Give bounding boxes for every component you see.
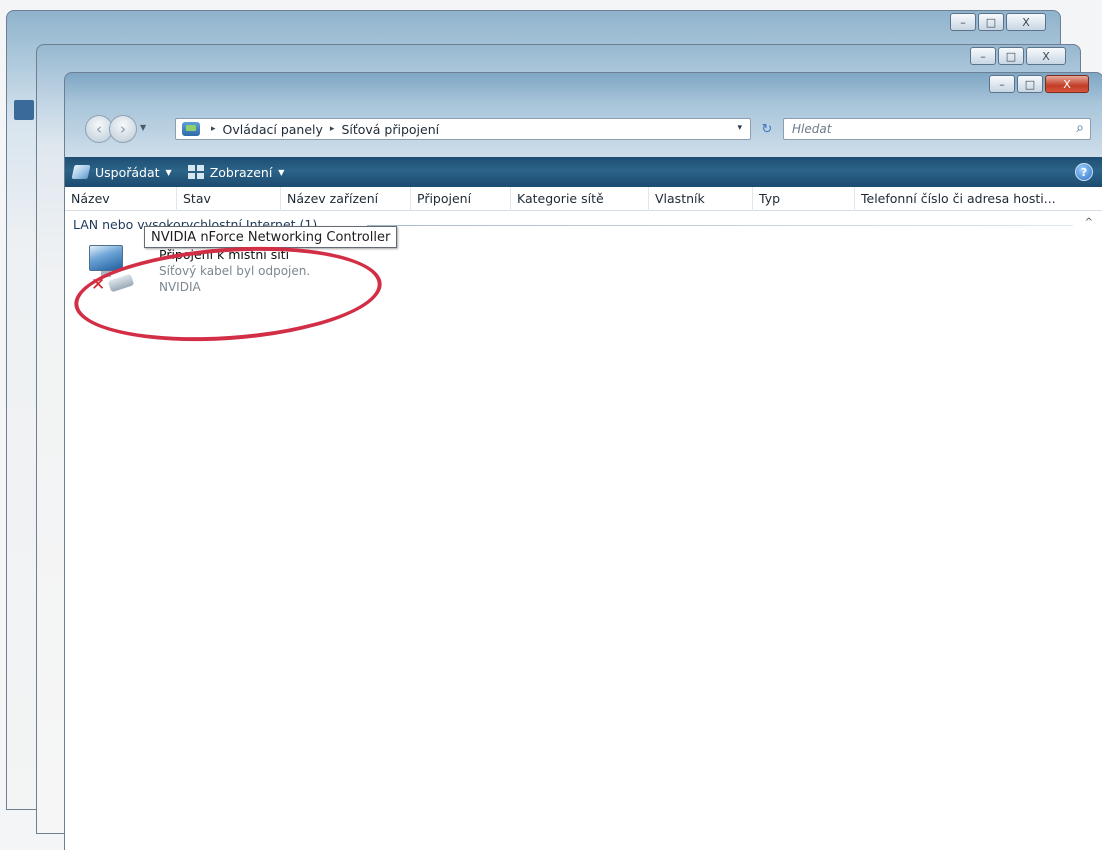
minimize-button[interactable]: – [970, 47, 996, 65]
chevron-down-icon: ▼ [278, 167, 285, 177]
column-phone-or-host[interactable]: Telefonní číslo či adresa hosti... [855, 187, 1095, 211]
views-button[interactable]: Zobrazení ▼ [180, 157, 293, 187]
search-input[interactable]: Hledat ⌕ [783, 118, 1091, 140]
list-item-local-area-connection[interactable]: ✕ Připojení k místní síti Síťový kabel b… [73, 239, 403, 299]
navigation-bar: ‹ › ▼ ▸ Ovládací panely ▸ Síťová připoje… [65, 109, 1102, 149]
background-decoration [14, 100, 34, 120]
column-device-name[interactable]: Název zařízení [281, 187, 411, 211]
help-icon[interactable]: ? [1075, 163, 1093, 181]
maximize-button[interactable]: □ [998, 47, 1024, 65]
breadcrumb-separator[interactable]: ▸ [211, 124, 216, 134]
column-type[interactable]: Typ [753, 187, 855, 211]
group-divider [367, 225, 1073, 226]
network-cable-icon [107, 273, 135, 293]
close-button[interactable]: X [1026, 47, 1066, 65]
breadcrumb-separator[interactable]: ▸ [330, 124, 335, 134]
column-headers: Název Stav Název zařízení Připojení Kate… [65, 187, 1102, 211]
maximize-button[interactable]: □ [1017, 75, 1043, 93]
collapse-icon[interactable]: ^ [1085, 217, 1093, 228]
address-bar[interactable]: ▸ Ovládací panely ▸ Síťová připojení ▾ [175, 118, 751, 140]
column-name[interactable]: Název [65, 187, 177, 211]
caption-buttons-back1: – □ X [970, 47, 1066, 65]
connection-name: Připojení k místní síti [159, 247, 290, 262]
organize-icon [71, 165, 91, 179]
disconnected-icon: ✕ [91, 275, 106, 295]
caption-buttons-back2: – □ X [950, 13, 1046, 31]
minimize-button[interactable]: – [989, 75, 1015, 93]
column-owner[interactable]: Vlastník [649, 187, 753, 211]
close-button[interactable]: X [1006, 13, 1046, 31]
column-network-category[interactable]: Kategorie sítě [511, 187, 649, 211]
maximize-button[interactable]: □ [978, 13, 1004, 31]
views-label: Zobrazení [209, 164, 273, 180]
chevron-down-icon: ▼ [165, 167, 172, 177]
close-button[interactable]: X [1045, 75, 1089, 93]
device-tooltip: NVIDIA nForce Networking Controller [144, 226, 398, 248]
views-icon [187, 165, 204, 179]
network-connection-icon: ✕ [83, 243, 135, 295]
column-connectivity[interactable]: Připojení [411, 187, 511, 211]
network-connections-window: – □ X ‹ › ▼ ▸ Ovládací panely ▸ Síťová p… [64, 72, 1102, 850]
organize-label: Uspořádat [95, 164, 160, 180]
connection-status: Síťový kabel byl odpojen. [159, 264, 311, 278]
connection-device: NVIDIA [159, 280, 201, 294]
forward-button[interactable]: › [109, 115, 137, 143]
search-placeholder: Hledat [792, 122, 832, 136]
monitor-icon [89, 245, 123, 271]
control-panel-icon [182, 122, 200, 136]
column-status[interactable]: Stav [177, 187, 281, 211]
recent-pages-dropdown[interactable]: ▼ [140, 123, 146, 132]
minimize-button[interactable]: – [950, 13, 976, 31]
breadcrumb-control-panel[interactable]: Ovládací panely [223, 122, 323, 137]
search-icon[interactable]: ⌕ [1076, 120, 1084, 136]
file-list: Název Stav Název zařízení Připojení Kate… [65, 187, 1102, 850]
organize-button[interactable]: Uspořádat ▼ [65, 157, 180, 187]
caption-buttons: – □ X [989, 75, 1089, 93]
command-bar: Uspořádat ▼ Zobrazení ▼ ? [65, 157, 1102, 187]
breadcrumb-network-connections[interactable]: Síťová připojení [341, 122, 439, 137]
address-dropdown-icon[interactable]: ▾ [737, 123, 742, 133]
refresh-icon[interactable]: ↻ [755, 118, 779, 140]
